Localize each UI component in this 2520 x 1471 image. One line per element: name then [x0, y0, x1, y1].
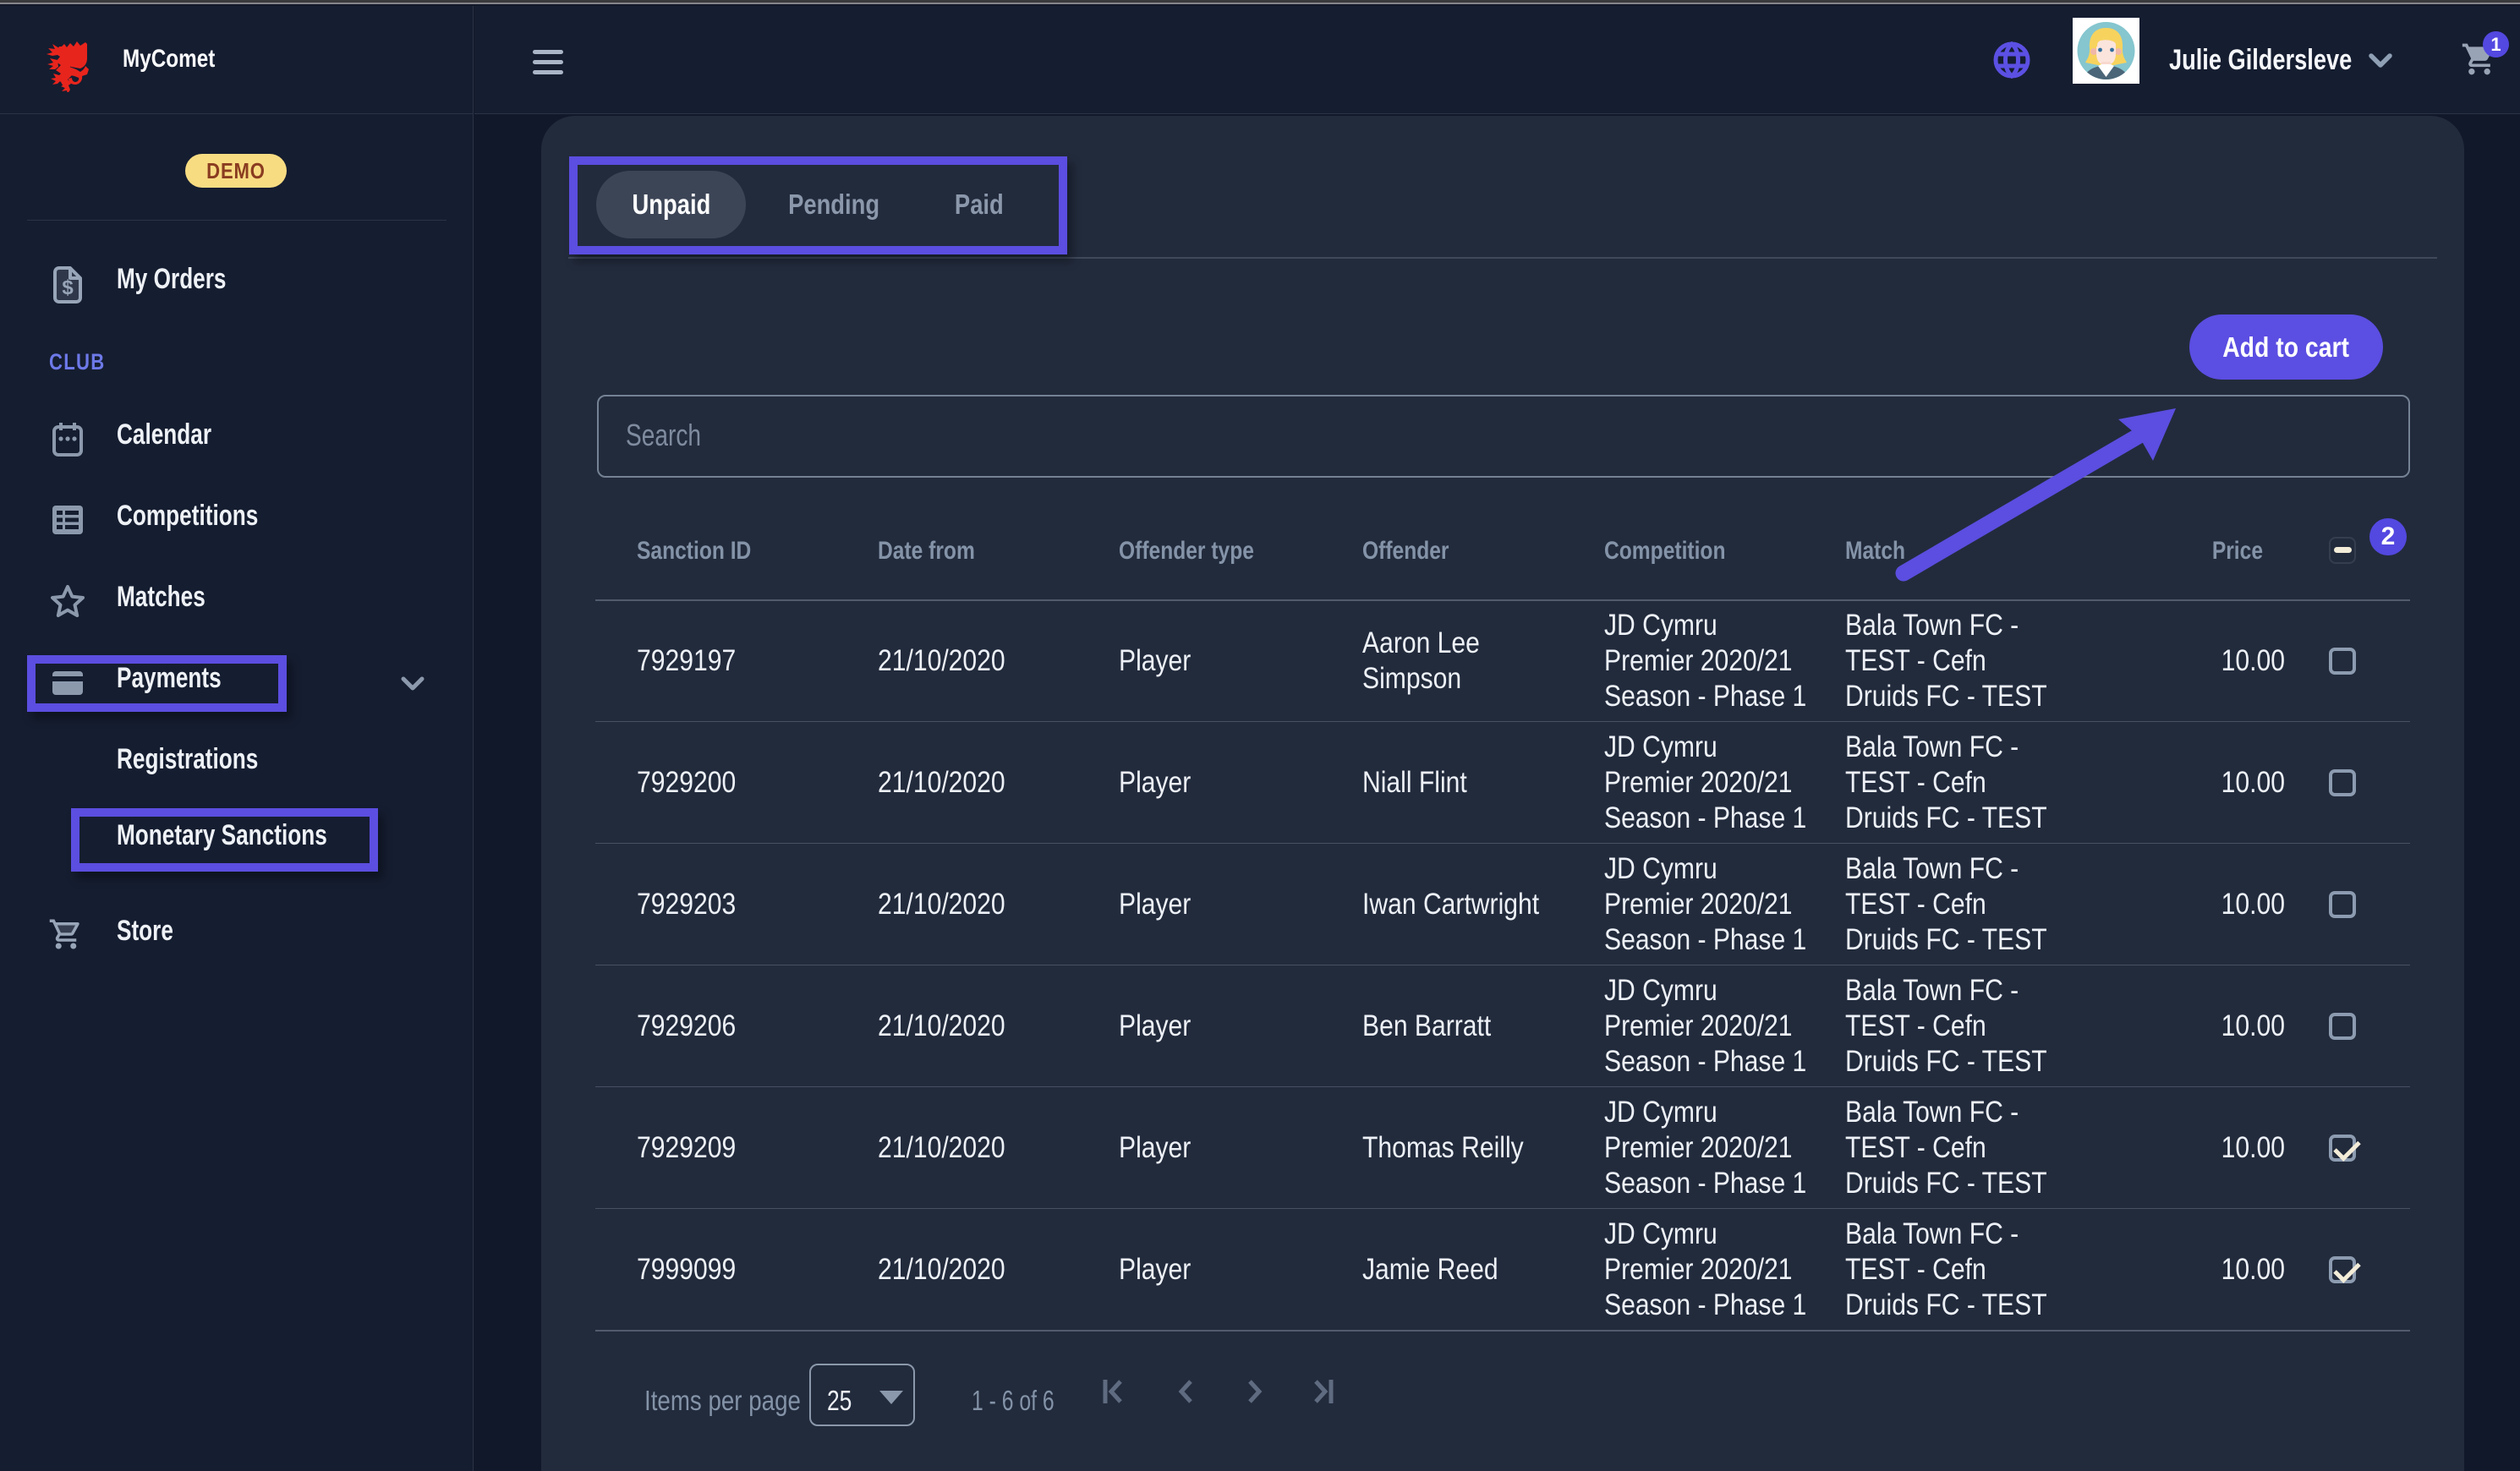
svg-text:$: $: [62, 276, 74, 299]
